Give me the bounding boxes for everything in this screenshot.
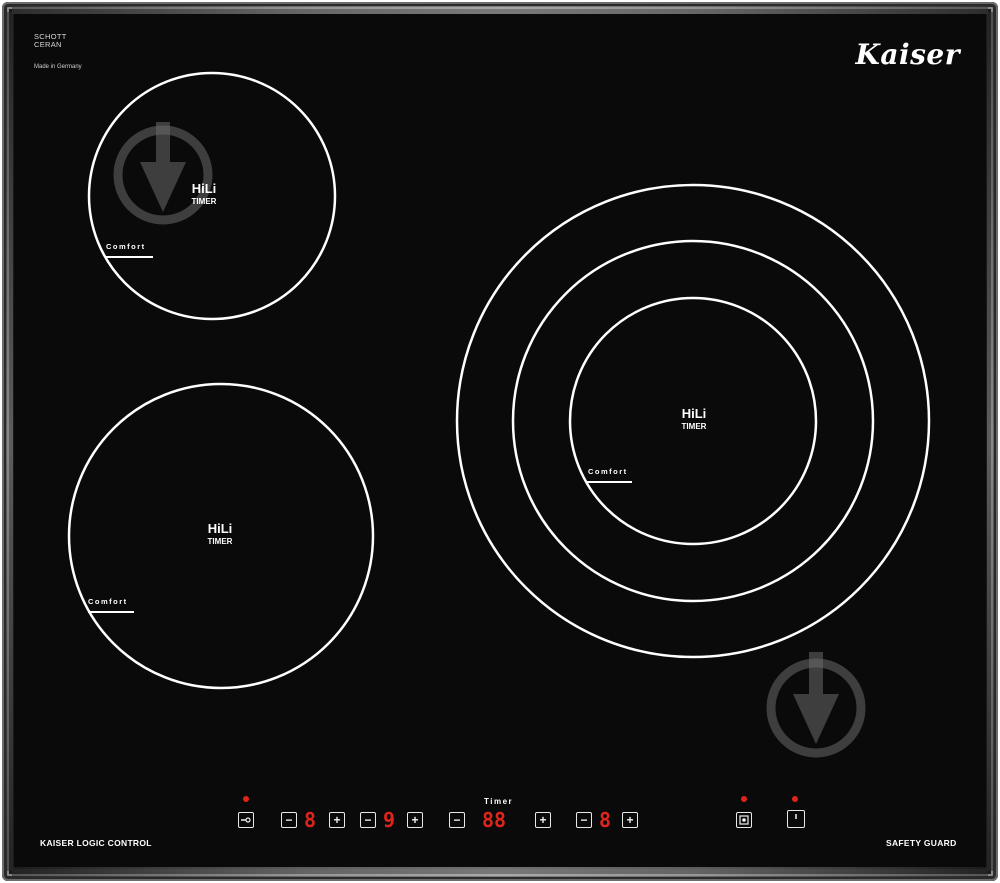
zone-top-left-comfort: Comfort (106, 242, 146, 251)
brand-logo: Kaiser (855, 38, 960, 71)
schott-ceran-logo: SCHOTT CERAN (34, 32, 67, 49)
zone2-plus-button[interactable]: + (407, 812, 423, 828)
power-button[interactable] (787, 810, 805, 828)
power-indicator-led (792, 796, 798, 802)
timer-display: 88 (482, 808, 507, 832)
zone1-minus-button[interactable]: − (281, 812, 297, 828)
logic-control-caption: KAISER LOGIC CONTROL (40, 838, 152, 848)
zone-bottom-left-comfort: Comfort (88, 597, 128, 606)
timer-minus-button[interactable]: − (449, 812, 465, 828)
zone3-power-display: 8 (599, 808, 612, 832)
zone-right-comfort: Comfort (588, 467, 628, 476)
zone-select-icon (241, 817, 251, 823)
zone1-plus-button[interactable]: + (329, 812, 345, 828)
timer-plus-button[interactable]: + (535, 812, 551, 828)
zone-top-left-label: HiLi TIMER (191, 181, 217, 206)
safety-guard-caption: SAFETY GUARD (886, 838, 957, 848)
zone3-minus-button[interactable]: − (576, 812, 592, 828)
zone1-power-display: 8 (304, 808, 317, 832)
timer-caption: Timer (484, 797, 514, 806)
zone3-plus-button[interactable]: + (622, 812, 638, 828)
watermark-arrow-icon (766, 652, 866, 758)
zone-right-label: HiLi TIMER (681, 406, 707, 431)
lock-indicator-led (741, 796, 747, 802)
zone-select-indicator-led (243, 796, 249, 802)
made-in-label: Made in Germany (34, 64, 82, 70)
watermark-arrow-icon (113, 122, 213, 225)
zone2-power-display: 9 (383, 808, 396, 832)
zone-bottom-left-label: HiLi TIMER (207, 521, 233, 546)
zone-select-button[interactable] (238, 812, 254, 828)
lock-icon (739, 815, 749, 825)
power-icon (795, 814, 797, 819)
zone2-minus-button[interactable]: − (360, 812, 376, 828)
child-lock-button[interactable] (736, 812, 752, 828)
